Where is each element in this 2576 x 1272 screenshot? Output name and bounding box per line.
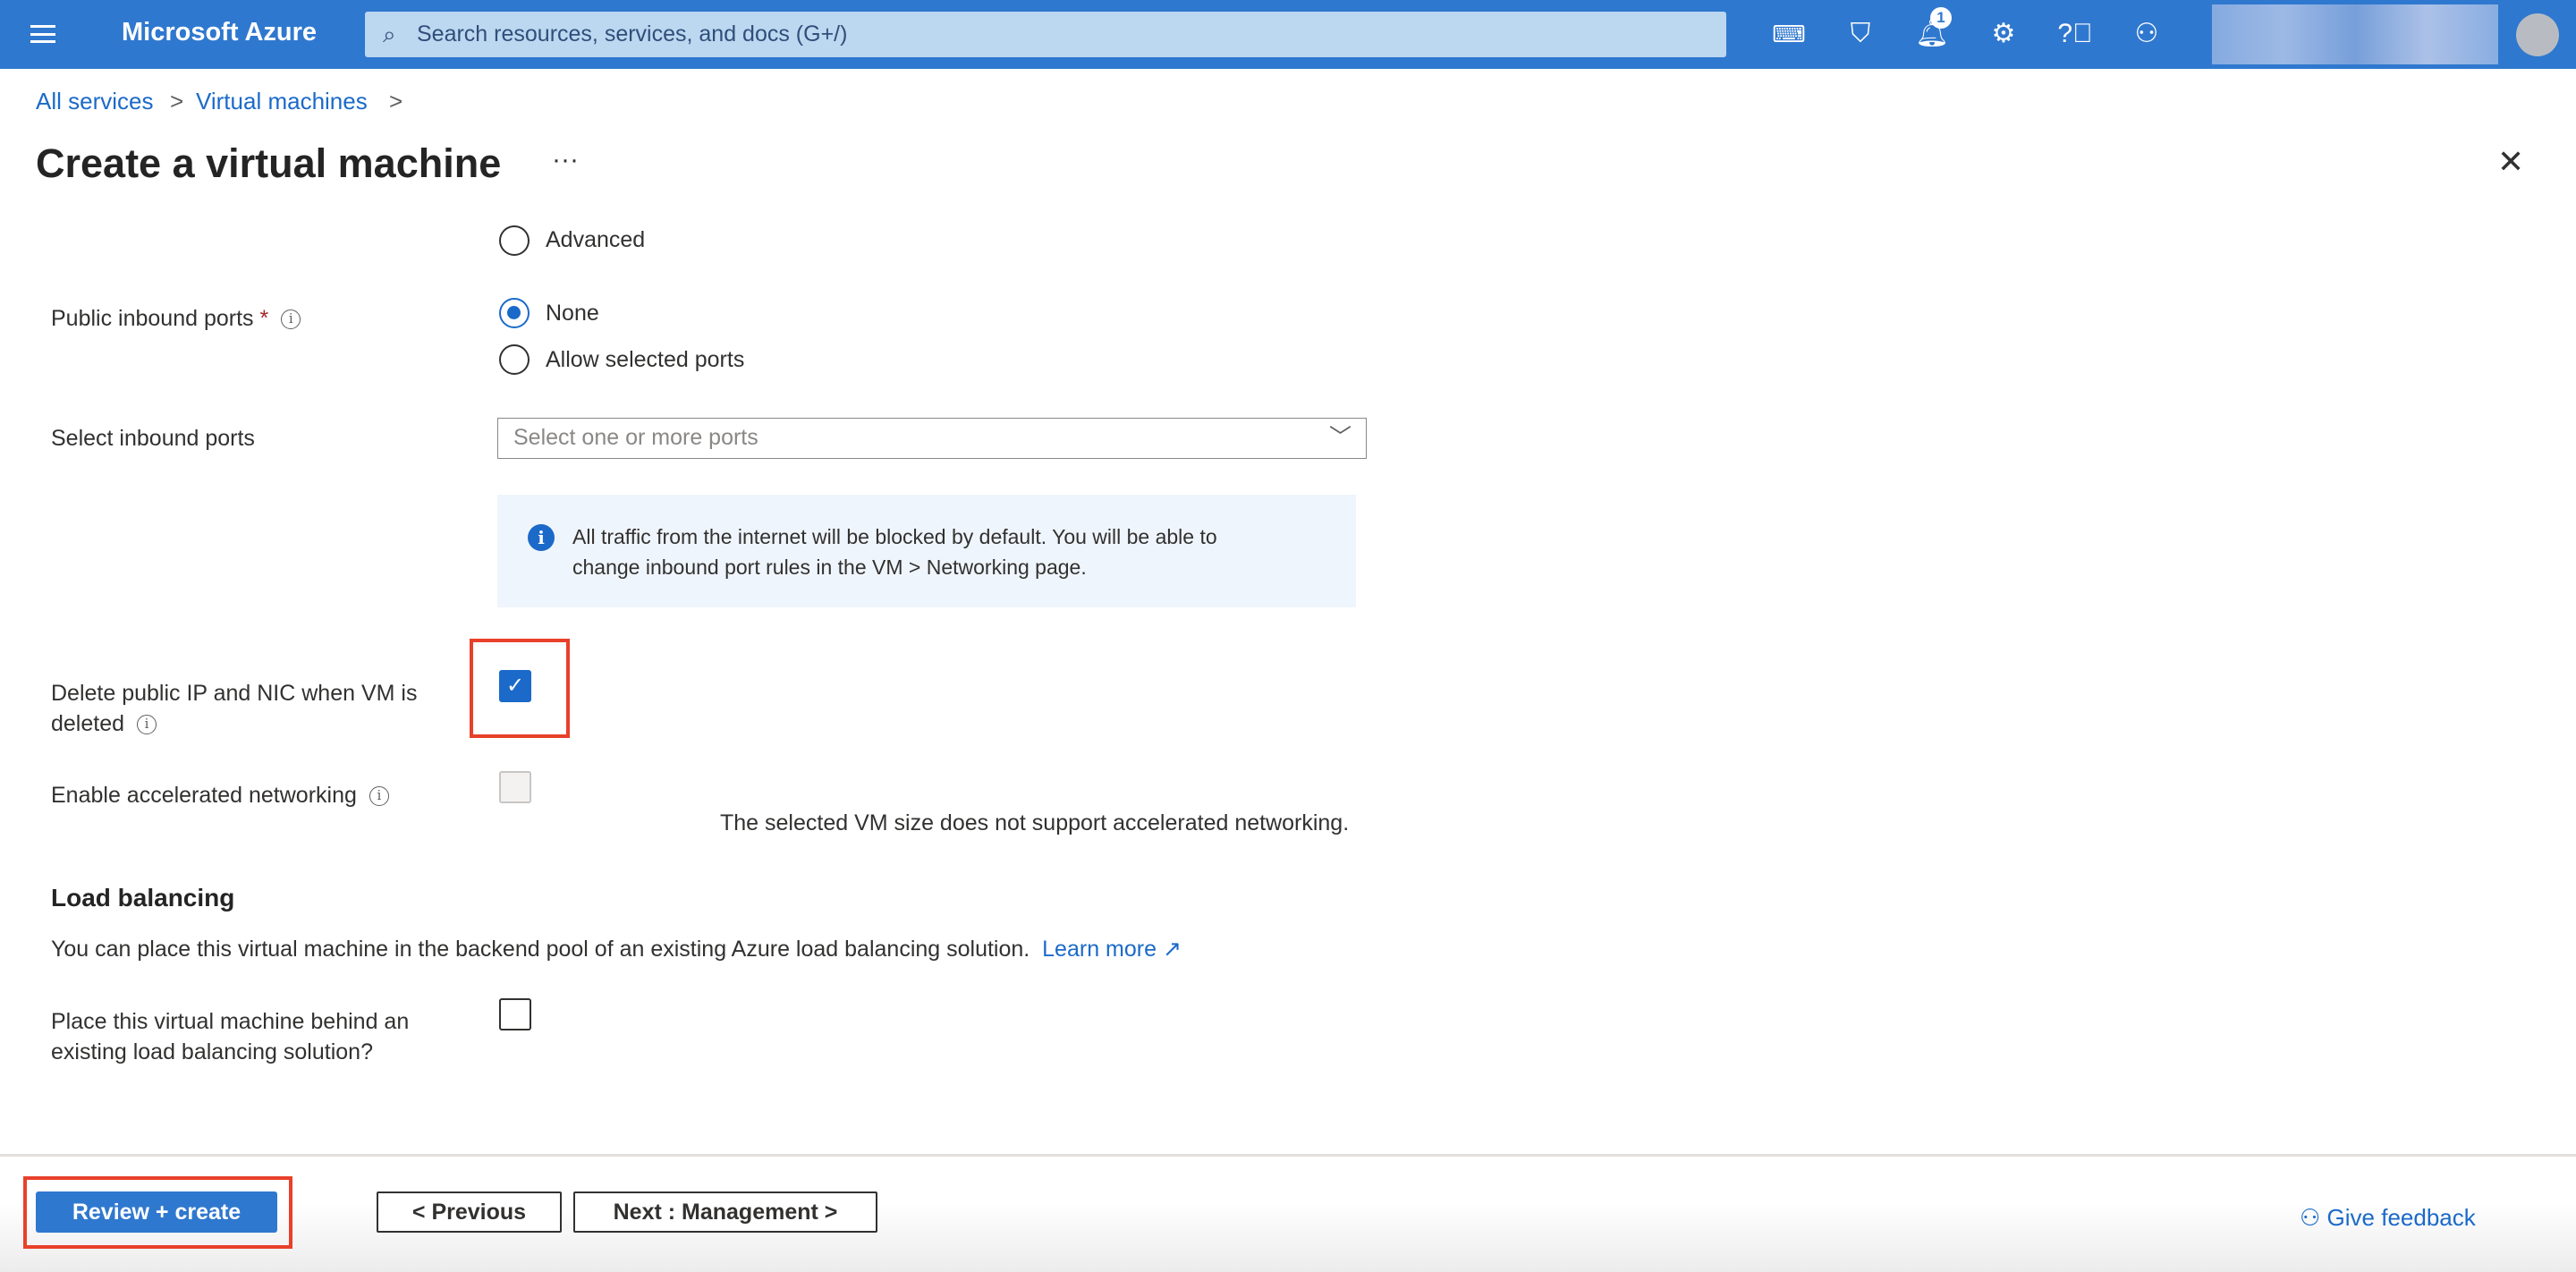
feedback-icon[interactable]: ⚇ (2129, 16, 2165, 52)
page-title: Create a virtual machine (36, 140, 501, 187)
info-icon: i (528, 524, 555, 551)
radio-none[interactable] (499, 298, 530, 328)
info-icon[interactable]: i (281, 310, 301, 329)
label-line: deleted (51, 711, 124, 736)
next-management-button[interactable]: Next : Management > (573, 1191, 877, 1233)
label-text: Enable accelerated networking (51, 783, 357, 808)
chevron-down-icon: ﹀ (1329, 419, 1352, 457)
search-placeholder: Search resources, services, and docs (G+… (417, 21, 847, 47)
learn-more-link[interactable]: Learn more ↗ (1042, 937, 1182, 962)
inbound-ports-dropdown[interactable]: Select one or more ports ﹀ (497, 418, 1367, 459)
previous-button[interactable]: < Previous (377, 1191, 562, 1233)
info-line: All traffic from the internet will be bl… (572, 522, 1356, 552)
required-marker: * (260, 306, 269, 331)
cloud-shell-icon[interactable]: ⌨ (1771, 16, 1807, 52)
description-text: You can place this virtual machine in th… (51, 937, 1030, 962)
help-icon[interactable]: ?⃝ (2057, 16, 2093, 52)
label-line: Place this virtual machine behind an (51, 1006, 409, 1037)
delete-public-ip-checkbox[interactable]: ✓ (499, 670, 531, 702)
breadcrumb-all-services[interactable]: All services (36, 88, 153, 115)
top-bar: Microsoft Azure ⌕ Search resources, servi… (0, 0, 2576, 69)
load-balancing-description: You can place this virtual machine in th… (51, 936, 1182, 962)
search-icon: ⌕ (383, 12, 396, 57)
dropdown-placeholder: Select one or more ports (513, 425, 758, 450)
info-icon[interactable]: i (137, 715, 157, 734)
accelerated-networking-checkbox (499, 771, 531, 803)
feedback-text: Give feedback (2327, 1204, 2476, 1231)
more-options-icon[interactable]: ··· (552, 145, 579, 175)
label-line: existing load balancing solution? (51, 1037, 409, 1067)
settings-gear-icon[interactable]: ⚙ (1986, 16, 2021, 52)
feedback-icon: ⚇ (2300, 1204, 2320, 1231)
search-input[interactable]: ⌕ Search resources, services, and docs (G… (365, 12, 1726, 57)
close-icon[interactable]: ✕ (2497, 143, 2524, 181)
account-info-blurred[interactable] (2212, 4, 2498, 64)
accelerated-networking-label: Enable accelerated networking i (51, 783, 389, 809)
radio-advanced[interactable] (499, 225, 530, 256)
radio-none-label: None (546, 301, 599, 326)
link-text: Learn more (1042, 937, 1157, 962)
radio-allow-selected-ports[interactable] (499, 344, 530, 375)
info-message-box: i All traffic from the internet will be … (497, 495, 1356, 607)
info-icon[interactable]: i (369, 786, 389, 806)
info-line: change inbound port rules in the VM > Ne… (572, 552, 1356, 582)
radio-advanced-label: Advanced (546, 227, 645, 253)
accelerated-networking-note: The selected VM size does not support ac… (720, 810, 1349, 836)
place-behind-lb-checkbox[interactable] (499, 998, 531, 1030)
external-link-icon: ↗ (1163, 937, 1182, 962)
review-create-button[interactable]: Review + create (36, 1191, 277, 1233)
public-inbound-ports-label: Public inbound ports * i (51, 306, 301, 332)
hamburger-menu-icon[interactable] (30, 25, 55, 43)
label-text: Public inbound ports (51, 306, 254, 331)
directory-filter-icon[interactable]: ⛉ (1843, 16, 1878, 52)
brand-logo[interactable]: Microsoft Azure (122, 18, 317, 47)
breadcrumb-virtual-machines[interactable]: Virtual machines (196, 88, 368, 115)
breadcrumb-separator: > (170, 88, 183, 115)
delete-public-ip-label: Delete public IP and NIC when VM is delet… (51, 678, 417, 739)
radio-allow-label: Allow selected ports (546, 347, 744, 373)
label-line: Delete public IP and NIC when VM is (51, 678, 417, 708)
avatar[interactable] (2516, 13, 2559, 56)
load-balancing-heading: Load balancing (51, 884, 234, 912)
place-behind-lb-label: Place this virtual machine behind anexis… (51, 1006, 409, 1067)
notification-badge: 1 (1930, 7, 1952, 29)
select-inbound-ports-label: Select inbound ports (51, 426, 255, 452)
breadcrumb-separator: > (389, 88, 402, 115)
give-feedback-link[interactable]: ⚇ Give feedback (2300, 1204, 2476, 1232)
footer-divider (0, 1154, 2576, 1157)
